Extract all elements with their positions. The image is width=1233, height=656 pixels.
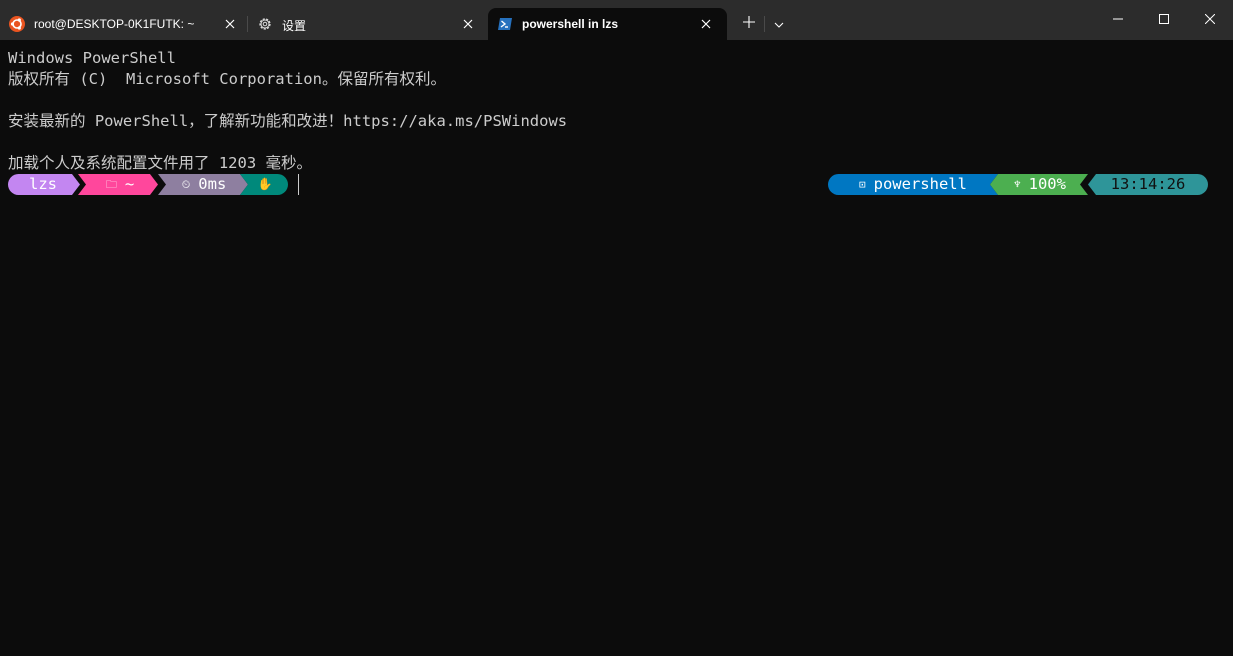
minimize-button[interactable] bbox=[1095, 0, 1141, 40]
exec-time-segment: ⏲ 0ms bbox=[166, 174, 242, 195]
timer-icon: ⏲ bbox=[181, 178, 191, 191]
prompt-right: ⊡ powershell ♆ 100% 13:14:26 bbox=[828, 174, 1210, 195]
gear-icon bbox=[257, 16, 273, 32]
text-cursor bbox=[298, 174, 299, 195]
shell-name: powershell bbox=[873, 175, 967, 193]
tab-powershell[interactable]: powershell in lzs bbox=[488, 8, 727, 40]
terminal-line: 加载个人及系统配置文件用了 1203 毫秒。 bbox=[8, 154, 312, 172]
folder-icon: 🗀 bbox=[105, 178, 117, 191]
maximize-icon bbox=[1159, 11, 1169, 29]
sprout-icon: ♆ bbox=[1014, 178, 1021, 191]
clock-segment: 13:14:26 bbox=[1094, 174, 1202, 195]
close-icon[interactable] bbox=[697, 15, 715, 33]
terminal-line: Windows PowerShell bbox=[8, 49, 176, 67]
tab-settings[interactable]: 设置 bbox=[248, 8, 487, 40]
prompt-left: lzs 🗀 ~ ⏲ 0ms ✋ bbox=[0, 174, 300, 195]
minimize-icon bbox=[1113, 11, 1123, 29]
title-bar: root@DESKTOP-0K1FUTK: ~ 设置 powershell in… bbox=[0, 0, 1233, 40]
battery-segment: ♆ 100% bbox=[998, 174, 1082, 195]
tab-label: powershell in lzs bbox=[522, 17, 619, 31]
clock-time: 13:14:26 bbox=[1110, 175, 1186, 193]
tab-ubuntu[interactable]: root@DESKTOP-0K1FUTK: ~ bbox=[0, 8, 247, 40]
tab-dropdown-button[interactable] bbox=[769, 14, 789, 34]
shell-segment: ⊡ powershell bbox=[838, 174, 988, 195]
exec-time: 0ms bbox=[198, 175, 227, 193]
tab-label: root@DESKTOP-0K1FUTK: ~ bbox=[34, 17, 195, 31]
terminal-line: 安装最新的 PowerShell，了解新功能和改进！https://aka.ms… bbox=[8, 112, 568, 130]
maximize-button[interactable] bbox=[1141, 0, 1187, 40]
tab-label: 设置 bbox=[282, 19, 307, 33]
close-icon bbox=[1204, 11, 1216, 29]
terminal-output[interactable]: Windows PowerShell 版权所有 (C) Microsoft Co… bbox=[8, 48, 1233, 174]
chevron-down-icon bbox=[774, 15, 784, 33]
ubuntu-icon bbox=[9, 16, 25, 32]
status-segment: ✋ bbox=[250, 174, 280, 195]
hand-icon: ✋ bbox=[257, 177, 273, 191]
close-icon[interactable] bbox=[221, 15, 239, 33]
new-tab-button[interactable] bbox=[738, 14, 760, 34]
powershell-icon bbox=[497, 16, 513, 32]
close-window-button[interactable] bbox=[1187, 0, 1233, 40]
tab-divider bbox=[764, 16, 765, 32]
current-path: ~ bbox=[124, 175, 135, 193]
terminal-icon: ⊡ bbox=[859, 178, 866, 191]
battery-level: 100% bbox=[1028, 175, 1066, 193]
path-segment: 🗀 ~ bbox=[86, 174, 154, 195]
terminal-line: 版权所有 (C) Microsoft Corporation。保留所有权利。 bbox=[8, 70, 446, 88]
user-segment: lzs bbox=[8, 174, 78, 195]
plus-icon bbox=[743, 15, 755, 33]
user-name: lzs bbox=[29, 175, 57, 193]
close-icon[interactable] bbox=[459, 15, 477, 33]
